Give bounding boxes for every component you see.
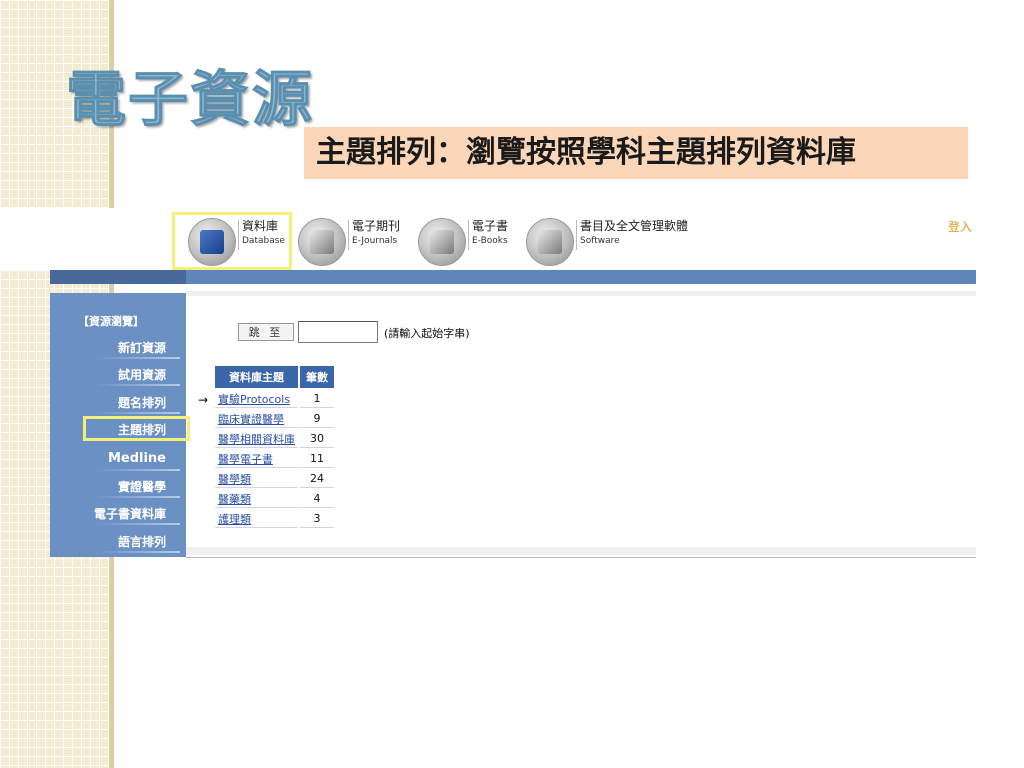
menu-divider	[96, 551, 180, 553]
highlight-box-database	[172, 212, 292, 270]
nav-label-zh: 書目及全文管理軟體	[580, 219, 689, 233]
subject-link[interactable]: 護理類	[218, 513, 251, 526]
header-bar-left	[50, 270, 186, 284]
subject-link[interactable]: 醫學類	[218, 473, 251, 486]
content-top-strip	[186, 291, 976, 296]
nav-label-en: Software	[580, 236, 620, 246]
sidebar-item-trial[interactable]: 試用資源	[118, 366, 166, 383]
subject-count: 30	[300, 430, 334, 448]
table-row: 醫學類 24	[215, 470, 334, 488]
ejournals-icon	[298, 218, 346, 266]
table-row: 護理類 3	[215, 510, 334, 528]
menu-divider	[96, 412, 180, 414]
nav-label-en: E-Journals	[352, 236, 398, 246]
sidebar-item-ebook-db[interactable]: 電子書資料庫	[94, 505, 166, 522]
nav-label-zh: 電子書	[472, 219, 509, 233]
table-row: 實驗Protocols 1	[215, 390, 334, 408]
jump-hint: (請輸入起始字串)	[384, 327, 470, 340]
subject-link[interactable]: 醫學相關資料庫	[218, 433, 295, 446]
arrow-icon: →	[198, 393, 209, 407]
table-row: 醫學電子書 11	[215, 450, 334, 468]
menu-divider	[96, 384, 180, 386]
subject-count: 4	[300, 490, 334, 508]
jump-button[interactable]: 跳 至	[238, 323, 294, 341]
menu-divider	[96, 496, 180, 498]
subject-count: 3	[300, 510, 334, 528]
subject-link[interactable]: 臨床實證醫學	[218, 413, 284, 426]
subject-count: 1	[300, 390, 334, 408]
jump-input[interactable]	[298, 321, 378, 343]
sidebar-header: 【資源瀏覽】	[78, 315, 144, 328]
sidebar-item-new[interactable]: 新訂資源	[118, 339, 166, 356]
sidebar-item-medline[interactable]: Medline	[108, 451, 166, 466]
highlight-box-subject	[83, 416, 190, 441]
table-row: 醫藥類 4	[215, 490, 334, 508]
subject-count: 9	[300, 410, 334, 428]
menu-divider	[96, 469, 180, 471]
ebooks-icon	[418, 218, 466, 266]
menu-divider	[96, 357, 180, 359]
nav-label-zh: 電子期刊	[352, 219, 401, 233]
column-header-count: 筆數	[300, 366, 334, 388]
menu-divider	[96, 523, 180, 525]
subject-link[interactable]: 實驗Protocols	[218, 393, 290, 406]
table-row: 醫學相關資料庫 30	[215, 430, 334, 448]
software-icon	[526, 218, 574, 266]
slide-title: 電子資源	[66, 65, 314, 135]
content-bottom-line	[186, 557, 976, 558]
slide-subtitle: 主題排列：瀏覽按照學科主題排列資料庫	[304, 127, 968, 179]
subject-link[interactable]: 醫藥類	[218, 493, 251, 506]
sidebar-item-ebm[interactable]: 實證醫學	[118, 478, 166, 495]
header-bar	[50, 270, 976, 284]
table-row: 臨床實證醫學 9	[215, 410, 334, 428]
subject-count: 24	[300, 470, 334, 488]
sidebar-item-by-title[interactable]: 題名排列	[118, 394, 166, 411]
column-header-subject: 資料庫主題	[215, 366, 298, 388]
top-nav: 資料庫 Database 電子期刊 E-Journals 電子書 E-Books…	[0, 208, 976, 270]
content-bottom-strip	[186, 547, 976, 555]
nav-label-en: E-Books	[472, 236, 508, 246]
sidebar-item-by-language[interactable]: 語言排列	[118, 533, 166, 550]
subject-link[interactable]: 醫學電子書	[218, 453, 273, 466]
subject-table: 資料庫主題 筆數 實驗Protocols 1 臨床實證醫學 9 醫學相關資料庫 …	[213, 364, 336, 530]
login-link[interactable]: 登入	[948, 218, 972, 235]
subject-count: 11	[300, 450, 334, 468]
